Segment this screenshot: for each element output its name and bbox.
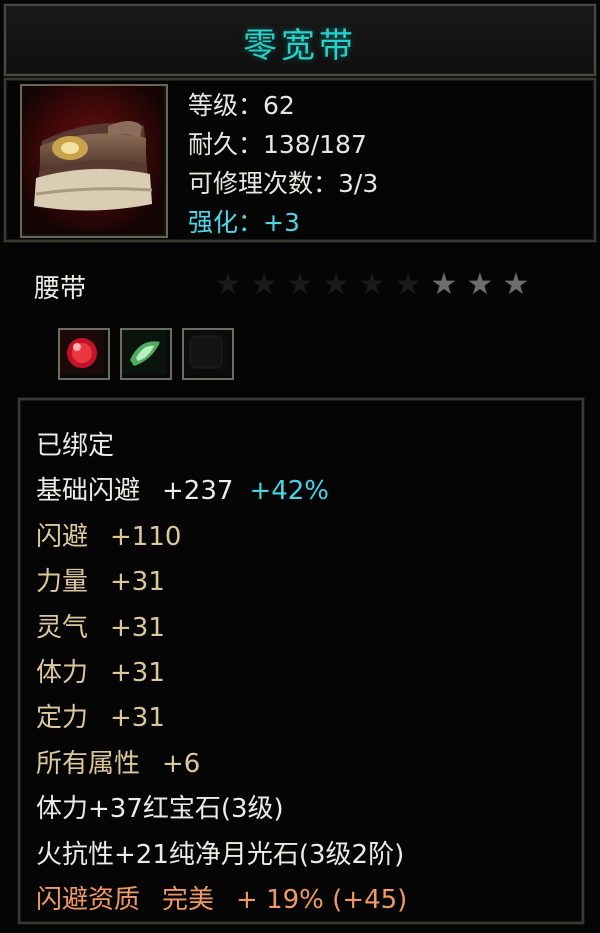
attr-percent: +42% (249, 476, 330, 507)
star-icon: ★ (502, 267, 530, 302)
attr-label: 定力 (36, 703, 89, 734)
attr-value: +6 (162, 748, 201, 779)
item-stats: 等级：62 耐久：138/187 可修理次数：3/3 强化：+3 (188, 86, 378, 242)
star-icon: ★ (394, 267, 422, 302)
attr-label: 所有属性 (36, 748, 141, 779)
title-bar: 零宽带 (4, 4, 596, 76)
base-dodge-row: 基础闪避 +237 +42% (36, 469, 407, 514)
level-text: 等级：62 (188, 91, 295, 120)
repair-count-text: 可修理次数：3/3 (188, 169, 379, 198)
attr-value: +237 (162, 476, 234, 507)
attr-value: +31 (110, 567, 165, 598)
item-name: 零宽带 (243, 26, 357, 66)
quality-grade: 完美 (162, 884, 215, 915)
attr-label: 灵气 (36, 612, 89, 643)
focus-row: 定力 +31 (36, 696, 407, 741)
item-tooltip: 零宽带 等级：62 耐久：138/187 可修理次数：3/3 强化：+3 腰带 … (0, 0, 600, 933)
durability-text: 耐久：138/187 (188, 130, 367, 159)
attribute-list: 已绑定 基础闪避 +237 +42% 闪避 +110 力量 +31 灵气 +31 体力 +3… (36, 424, 407, 923)
attr-label: 体力 (36, 657, 89, 688)
attr-value: +31 (110, 703, 165, 734)
star-icon: ★ (286, 267, 314, 302)
green-moonstone-icon[interactable] (120, 328, 172, 380)
strength-row: 力量 +31 (36, 560, 407, 605)
gem-bonus-row: 体力+37红宝石(3级) (36, 794, 284, 825)
attr-value: +31 (110, 657, 165, 688)
star-icon: ★ (214, 267, 242, 302)
attr-value: + 19% (+45) (236, 884, 408, 915)
quality-row: 闪避资质 完美 + 19% (+45) (36, 878, 407, 923)
gem-bonus-row: 火抗性+21纯净月光石(3级2阶) (36, 839, 405, 870)
attr-label: 闪避资质 (36, 884, 141, 915)
dodge-row: 闪避 +110 (36, 515, 407, 560)
all-attributes-row: 所有属性 +6 (36, 742, 407, 787)
enhance-text: 强化：+3 (188, 208, 300, 237)
gem-sockets (58, 328, 234, 380)
attr-value: +31 (110, 612, 165, 643)
star-icon: ★ (322, 267, 350, 302)
vitality-row: 体力 +31 (36, 651, 407, 696)
belt-icon (20, 84, 168, 238)
attr-value: +110 (110, 521, 182, 552)
attr-label: 基础闪避 (36, 476, 141, 507)
red-gem-icon[interactable] (58, 328, 110, 380)
bound-status: 已绑定 (36, 431, 115, 461)
star-rating: ★ ★ ★ ★ ★ ★ ★ ★ ★ (210, 268, 534, 302)
empty-socket-icon[interactable] (182, 328, 234, 380)
star-icon: ★ (430, 267, 458, 302)
star-icon: ★ (250, 267, 278, 302)
attr-label: 闪避 (36, 521, 89, 552)
item-type: 腰带 (34, 274, 87, 304)
star-icon: ★ (358, 267, 386, 302)
spirit-row: 灵气 +31 (36, 606, 407, 651)
star-icon: ★ (466, 267, 494, 302)
attr-label: 力量 (36, 567, 89, 598)
